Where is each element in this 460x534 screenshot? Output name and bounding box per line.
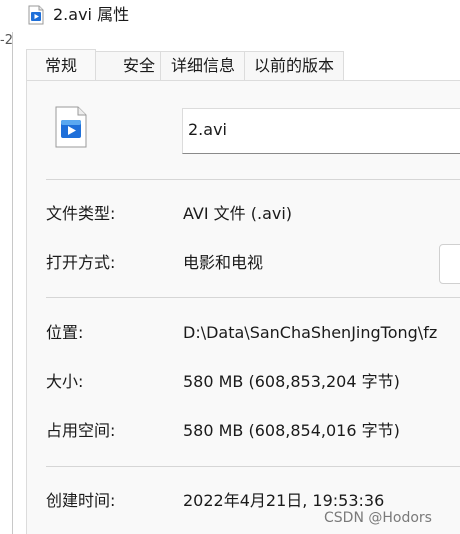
file-type-label: 文件类型: bbox=[46, 204, 116, 223]
open-with-label: 打开方式: bbox=[46, 253, 116, 272]
watermark: CSDN @Hodors bbox=[324, 510, 432, 526]
tab-general[interactable]: 常规 bbox=[26, 49, 96, 80]
size-value: 580 MB (608,853,204 字节) bbox=[183, 372, 400, 391]
tab-details[interactable]: 详细信息 bbox=[160, 51, 246, 80]
file-name-field[interactable]: 2.avi bbox=[182, 108, 460, 154]
video-file-icon bbox=[54, 106, 88, 148]
window-title: 2.avi 属性 bbox=[53, 5, 130, 24]
section-divider bbox=[46, 466, 460, 467]
tab-previous-versions[interactable]: 以前的版本 bbox=[244, 51, 344, 80]
size-label: 大小: bbox=[46, 372, 84, 391]
section-divider bbox=[46, 297, 460, 298]
section-divider bbox=[46, 179, 460, 180]
file-type-value: AVI 文件 (.avi) bbox=[183, 204, 293, 223]
open-with-value: 电影和电视 bbox=[183, 253, 264, 272]
video-file-icon bbox=[28, 5, 44, 25]
title-bar: 2.avi 属性 bbox=[0, 0, 460, 32]
location-label: 位置: bbox=[46, 323, 84, 342]
size-on-disk-label: 占用空间: bbox=[46, 421, 116, 440]
change-button[interactable] bbox=[439, 244, 460, 284]
size-on-disk-value: 580 MB (608,854,016 字节) bbox=[183, 421, 400, 440]
tab-strip: 常规 安全 详细信息 以前的版本 bbox=[26, 49, 460, 81]
created-label: 创建时间: bbox=[46, 491, 116, 510]
location-value: D:\Data\SanChaShenJingTong\fz bbox=[183, 323, 438, 342]
window-edge bbox=[12, 32, 13, 534]
